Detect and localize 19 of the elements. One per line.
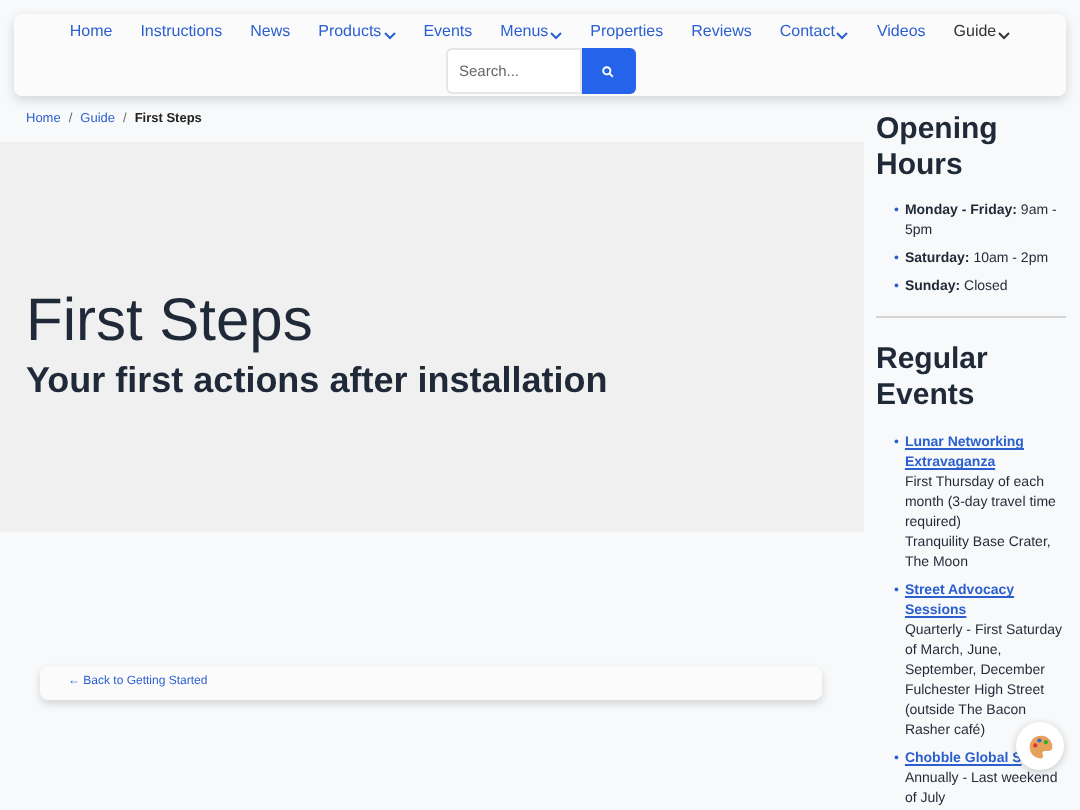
nav-link[interactable]: Home	[69, 22, 113, 42]
nav-link[interactable]: Reviews	[691, 22, 752, 42]
section-heading: Opening Hours	[876, 112, 1000, 184]
nav-link[interactable]: Instructions	[140, 22, 223, 42]
nav-link[interactable]: Videos	[876, 22, 926, 42]
search-icon	[602, 65, 614, 77]
nav-link[interactable]: News	[250, 22, 291, 42]
nav-link[interactable]: Events	[423, 22, 473, 42]
theme-button[interactable]	[1016, 722, 1064, 770]
section-heading: Regular Events	[876, 342, 990, 414]
search-button[interactable]	[581, 48, 635, 94]
nav-link[interactable]: Properties	[590, 22, 664, 42]
palette-icon	[1027, 733, 1053, 759]
page-title: First Steps	[26, 288, 315, 356]
nav-link[interactable]: Guide	[953, 22, 1011, 42]
nav-link[interactable]: Contact	[779, 22, 849, 42]
page-subtitle: Your first actions after installation	[26, 358, 610, 402]
nav-link[interactable]: Menus	[500, 22, 563, 42]
nav-link[interactable]: Products	[318, 22, 396, 42]
